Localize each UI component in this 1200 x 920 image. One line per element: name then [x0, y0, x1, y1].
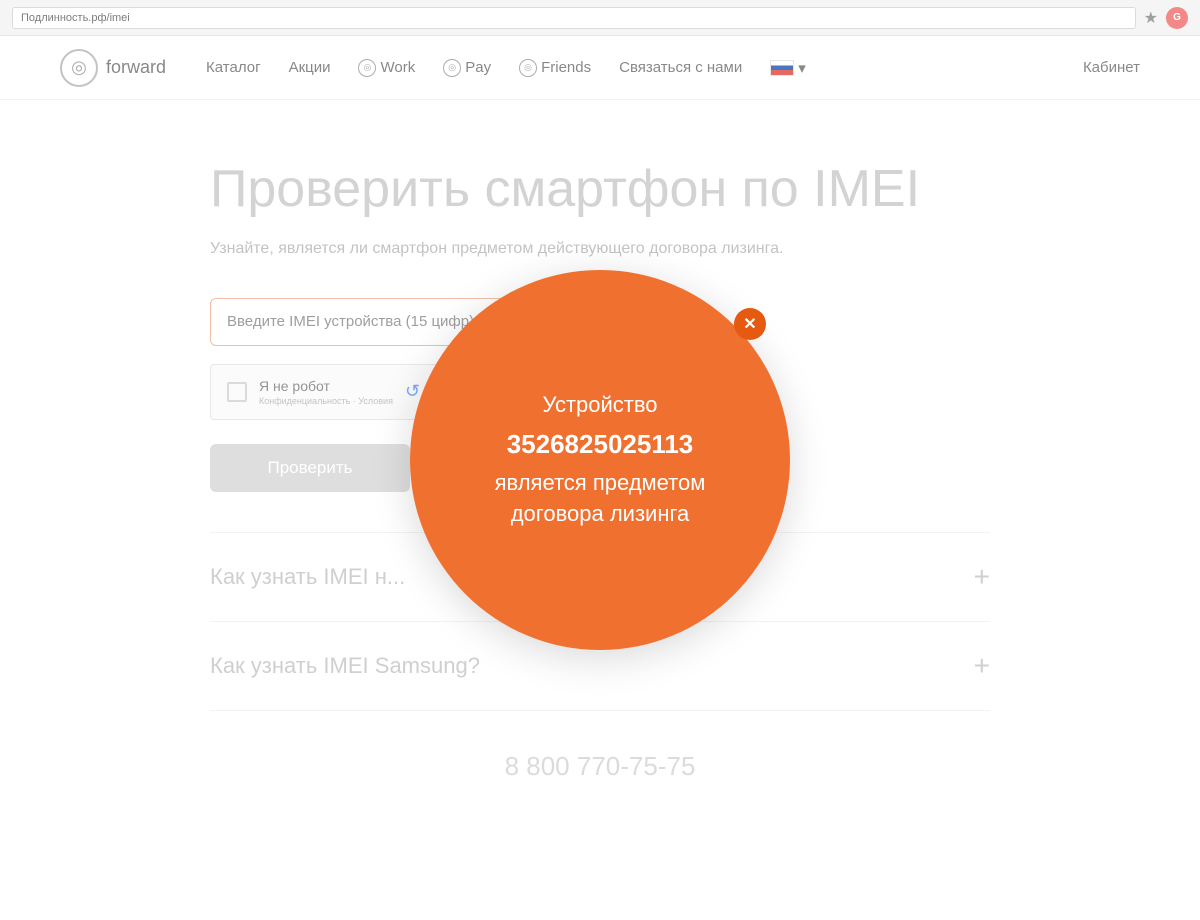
- modal-circle: ✕ Устройство 3526825025113 является пред…: [410, 270, 790, 650]
- modal-imei: 3526825025113: [507, 429, 694, 460]
- modal-close-button[interactable]: ✕: [734, 308, 766, 340]
- modal-line1: Устройство: [542, 390, 657, 421]
- modal-line2: является предметом: [495, 468, 706, 499]
- modal-line3: договора лизинга: [511, 499, 690, 530]
- modal-overlay: ✕ Устройство 3526825025113 является пред…: [0, 0, 1200, 920]
